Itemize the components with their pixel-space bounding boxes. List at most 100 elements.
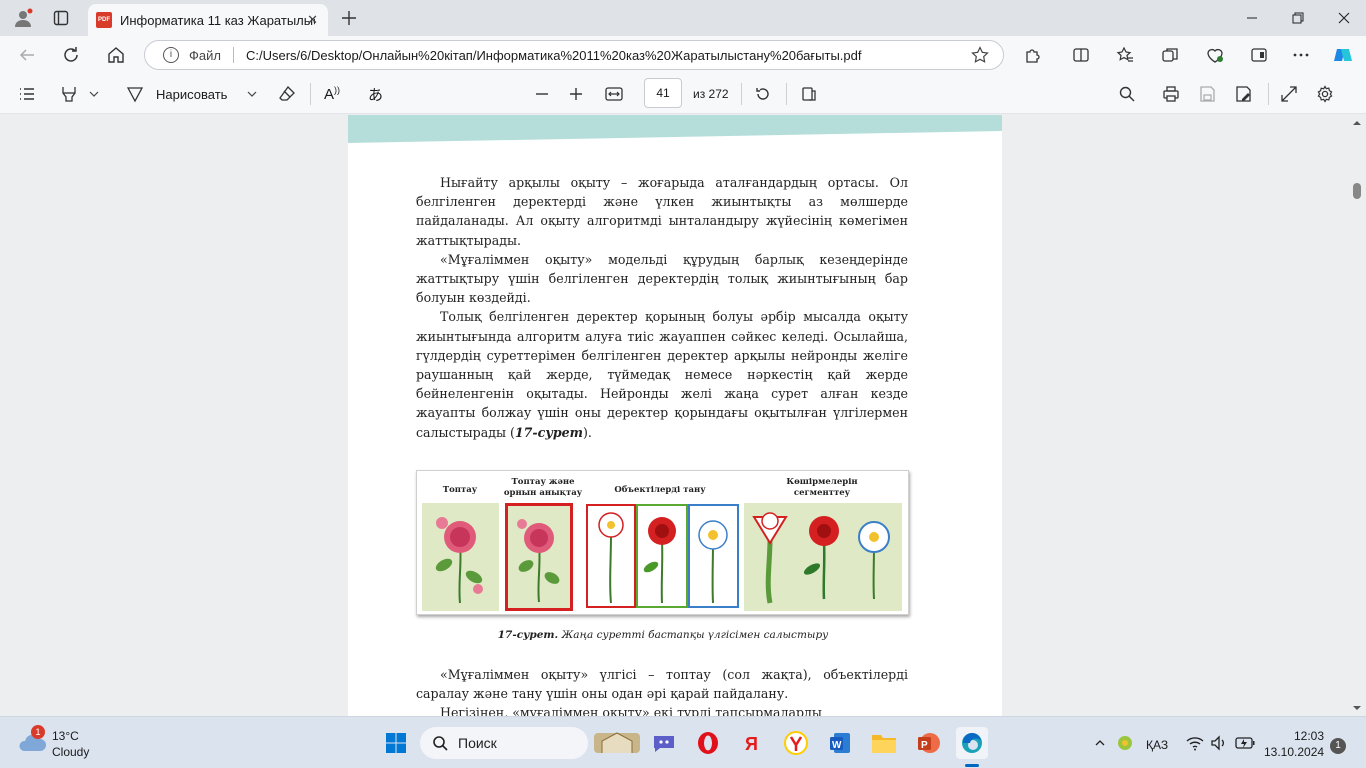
page-view-icon[interactable] [800, 83, 818, 105]
address-label: Файл [189, 47, 221, 63]
paragraph-3-text: Толық белгіленген деректер қорының болуы… [416, 309, 908, 440]
new-tab-icon[interactable] [336, 5, 362, 31]
figure-reference: 17-сурет [514, 424, 584, 440]
figure-panel-segments [744, 503, 902, 611]
active-app-indicator [965, 764, 979, 767]
minimize-icon[interactable] [1240, 6, 1264, 30]
page-header-band [348, 115, 1002, 143]
rose-flower-image [435, 517, 483, 604]
search-pdf-icon[interactable] [1118, 83, 1136, 105]
pdf-viewer[interactable]: Нығайту арқылы оқыту – жоғарыда аталғанд… [0, 115, 1366, 716]
profile-icon[interactable] [10, 5, 36, 31]
read-aloud-button[interactable]: A)) [324, 83, 340, 105]
paragraph-3: Толық белгіленген деректер қорының болуы… [416, 307, 908, 441]
split-screen-icon[interactable] [1068, 42, 1094, 68]
figure-17: Топтау Топтау және орнын анықтау Объекті… [416, 470, 909, 615]
more-menu-icon[interactable] [1288, 42, 1314, 68]
weather-desc: Cloudy [52, 745, 90, 759]
caption-ref: 17-сурет. [497, 629, 559, 641]
copilot-icon[interactable] [1330, 42, 1356, 68]
weather-widget[interactable]: 1 [16, 725, 46, 755]
fullscreen-icon[interactable] [1280, 83, 1298, 105]
close-tab-icon[interactable]: ✕ [307, 12, 318, 28]
close-window-icon[interactable] [1332, 6, 1356, 30]
search-label: Поиск [458, 735, 497, 751]
rotate-icon[interactable] [754, 83, 772, 105]
draw-icon [126, 87, 144, 103]
scrollbar-track [1353, 121, 1361, 710]
read-aloud-label: A [324, 85, 335, 103]
wifi-icon[interactable] [1184, 727, 1206, 759]
figure-panel-rose-located [505, 503, 573, 611]
show-hidden-icons-icon[interactable] [1090, 727, 1110, 759]
clock-time[interactable]: 12:03 [1294, 729, 1324, 743]
restore-icon[interactable] [1286, 6, 1310, 30]
opera-icon[interactable] [692, 727, 724, 759]
zoom-out-icon[interactable] [534, 83, 550, 105]
print-icon[interactable] [1162, 83, 1180, 105]
start-windows-icon[interactable] [380, 727, 412, 759]
tab-active[interactable]: PDF Информатика 11 каз Жаратылыстану бағ… [88, 4, 328, 36]
battery-icon[interactable] [1234, 727, 1256, 759]
back-icon[interactable] [14, 42, 40, 68]
eraser-icon[interactable] [278, 83, 296, 105]
navigation-bar: i Файл C:/Users/6/Desktop/Онлайын%20кіта… [0, 36, 1366, 74]
page-body-text: Нығайту арқылы оқыту – жоғарыда аталғанд… [416, 173, 908, 442]
page-number-input[interactable]: 41 [644, 78, 682, 108]
chat-app-icon[interactable] [648, 727, 680, 759]
tab-bar: PDF Информатика 11 каз Жаратылыстану бағ… [0, 0, 1366, 36]
clock-date[interactable]: 13.10.2024 [1264, 745, 1324, 759]
url-text[interactable]: C:/Users/6/Desktop/Онлайын%20кітап/Инфор… [246, 48, 862, 63]
highlight-icon[interactable] [60, 83, 78, 105]
refresh-icon[interactable] [58, 42, 84, 68]
edge-icon[interactable] [956, 727, 988, 759]
save-as-icon[interactable] [1234, 83, 1252, 105]
weather-badge: 1 [31, 725, 45, 739]
toolbar-separator [310, 83, 311, 105]
word-icon[interactable]: W [824, 727, 856, 759]
favorite-star-icon[interactable] [971, 46, 989, 64]
toolbar-separator [786, 83, 787, 105]
pdf-icon: PDF [96, 12, 112, 28]
tab-actions-icon[interactable] [48, 5, 74, 31]
weather-temp: 13°C [52, 729, 79, 743]
taskbar: 1 13°C Cloudy Поиск Я W P ҚАЗ 12:03 13.1… [0, 716, 1366, 768]
figure-panel-objects [585, 503, 740, 611]
info-icon[interactable]: i [163, 47, 179, 63]
file-explorer-icon[interactable] [868, 727, 900, 759]
app-sidebar-icon[interactable] [1246, 42, 1272, 68]
figure-panel-rose [422, 503, 499, 611]
zoom-in-icon[interactable] [568, 83, 584, 105]
contents-icon[interactable] [18, 83, 36, 105]
save-icon[interactable] [1198, 83, 1216, 105]
translate-button[interactable]: あ [368, 83, 383, 105]
total-pages: из 272 [693, 87, 729, 101]
pdf-page: Нығайту арқылы оқыту – жоғарыда аталғанд… [348, 115, 1002, 716]
collections-icon[interactable] [1157, 42, 1183, 68]
svg-text:Я: Я [745, 734, 758, 754]
notification-badge[interactable]: 1 [1330, 738, 1346, 754]
home-icon[interactable] [103, 42, 129, 68]
highlight-dropdown-icon[interactable] [88, 83, 100, 105]
scrollbar[interactable] [1348, 115, 1366, 716]
yandex-icon[interactable] [780, 727, 812, 759]
paragraph-2: «Мұғаліммен оқыту» модельді құрудың барл… [416, 251, 908, 306]
powerpoint-icon[interactable]: P [912, 727, 944, 759]
yandex-browser-icon[interactable]: Я [736, 727, 768, 759]
read-aloud-waves-icon: )) [334, 85, 341, 95]
browser-essentials-icon[interactable] [1202, 42, 1228, 68]
language-indicator[interactable]: ҚАЗ [1146, 738, 1168, 752]
volume-icon[interactable] [1208, 727, 1230, 759]
favorites-icon[interactable] [1112, 42, 1138, 68]
address-bar[interactable]: i Файл C:/Users/6/Desktop/Онлайын%20кіта… [144, 40, 1004, 70]
rose-located-image [517, 519, 560, 603]
settings-gear-icon[interactable] [1316, 83, 1334, 105]
draw-button[interactable]: Нарисовать [126, 83, 227, 105]
draw-dropdown-icon[interactable] [246, 83, 258, 105]
search-icon [433, 736, 448, 751]
fit-to-width-icon[interactable] [604, 83, 624, 105]
objects-detected-image [586, 504, 739, 608]
taskbar-search[interactable]: Поиск [420, 727, 640, 759]
tray-app-icon[interactable] [1114, 727, 1136, 759]
extensions-icon[interactable] [1020, 42, 1046, 68]
